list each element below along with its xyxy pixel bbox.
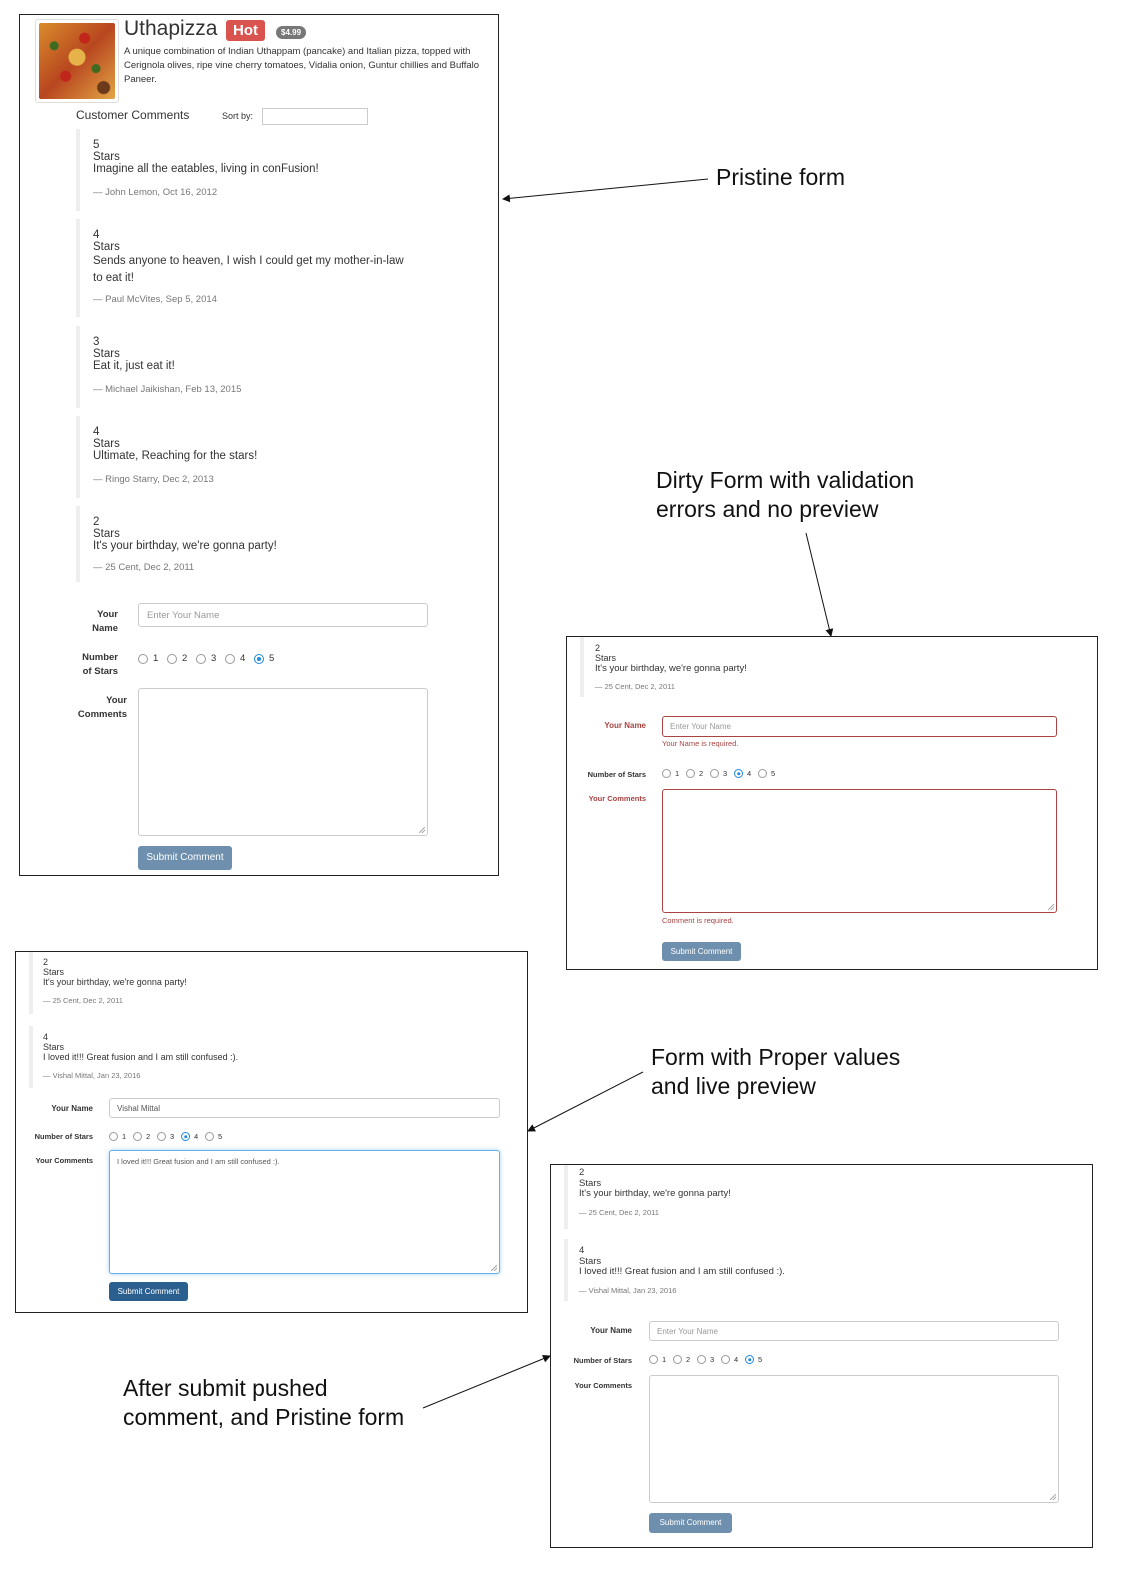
annotation-arrows <box>422 178 834 1409</box>
arrow-to-proper <box>527 1071 644 1132</box>
arrow-to-after <box>422 1354 551 1409</box>
arrow-to-dirty <box>805 532 834 637</box>
arrow-to-pristine <box>502 178 709 203</box>
